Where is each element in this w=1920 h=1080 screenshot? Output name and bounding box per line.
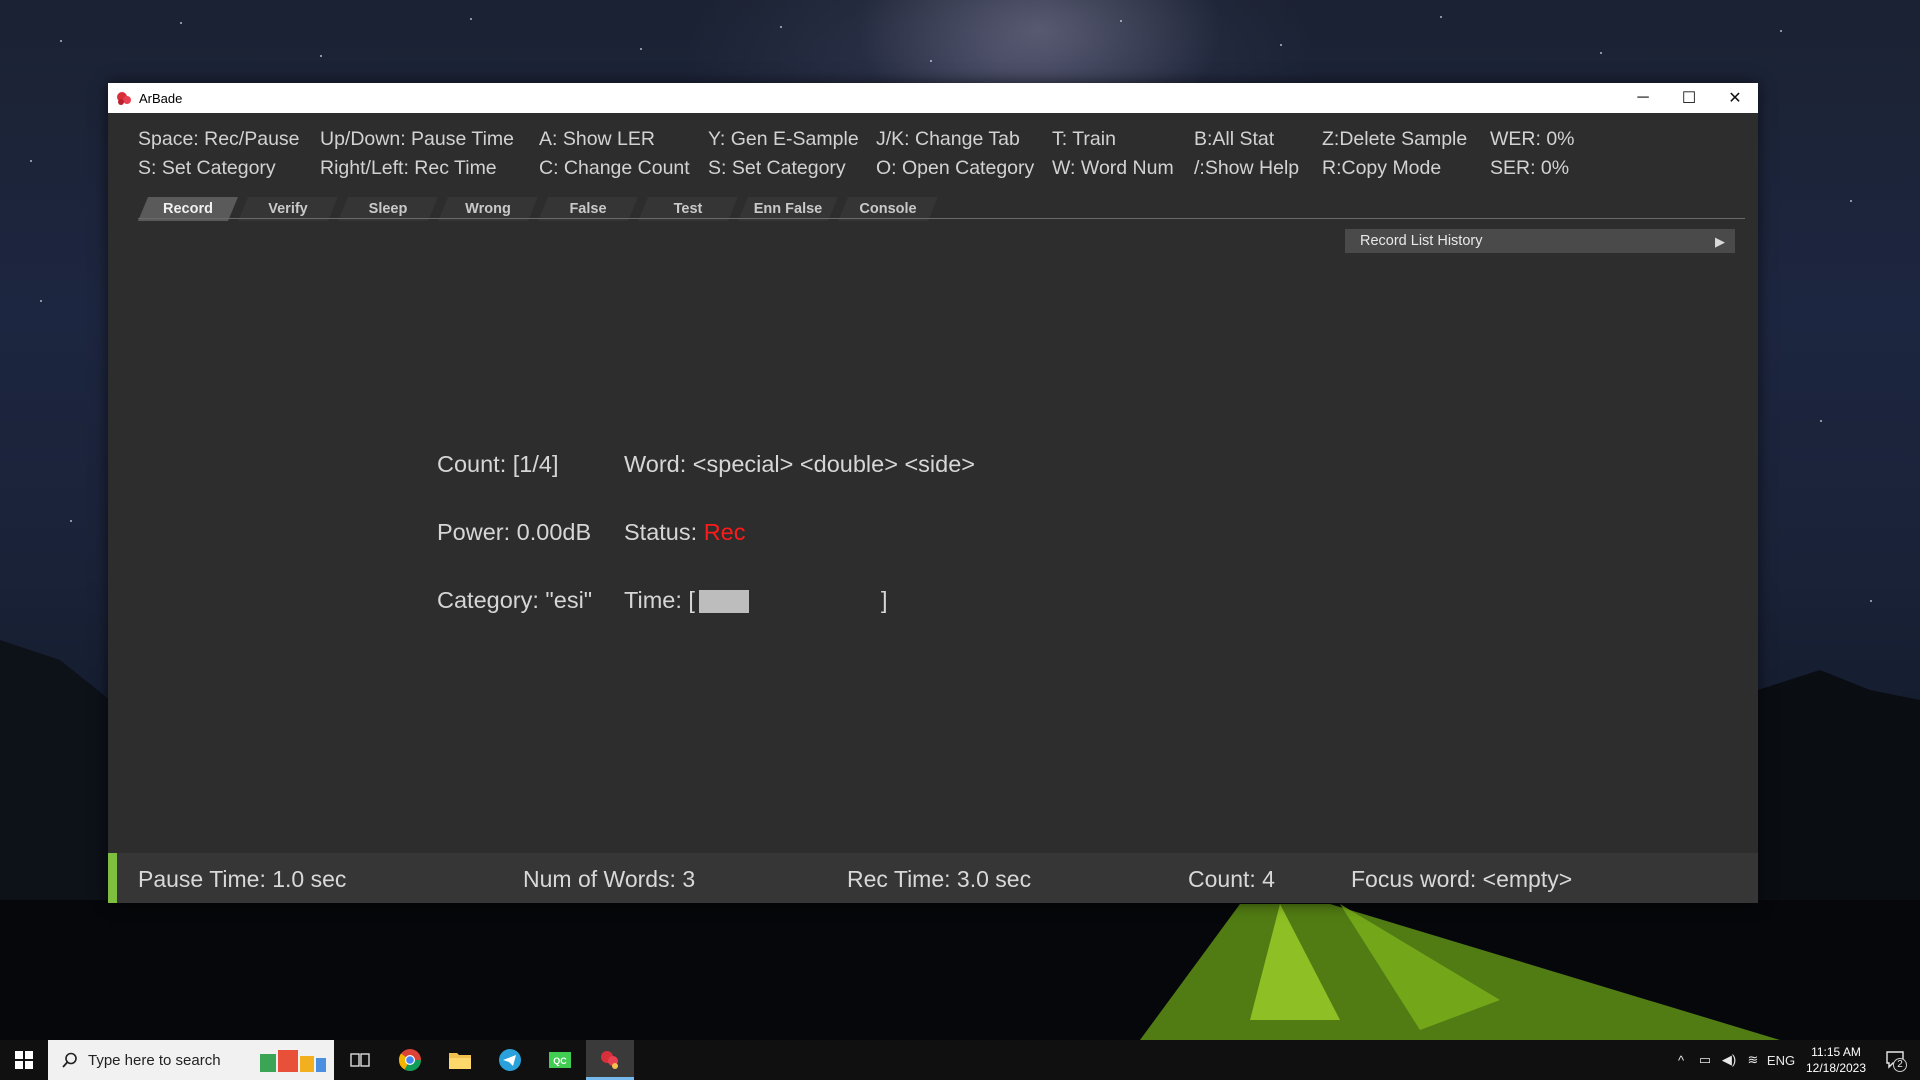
search-icon: [62, 1052, 77, 1068]
maximize-button[interactable]: ☐: [1666, 83, 1712, 113]
app-window: ArBade ─ ☐ ✕ Space: Rec/Pause S: Set Cat…: [108, 83, 1758, 903]
shortcut-text: Y: Gen E-Sample: [708, 128, 859, 150]
shortcut-text: Up/Down: Pause Time: [320, 128, 515, 150]
notification-center[interactable]: 2: [1878, 1040, 1914, 1080]
taskbar-qt-creator[interactable]: QC: [536, 1040, 584, 1080]
task-view-icon: [350, 1053, 370, 1067]
status-accent-strip: [108, 853, 117, 903]
shortcut-text: W: Word Num: [1052, 157, 1174, 179]
shortcut-text: Space: Rec/Pause: [138, 128, 300, 150]
record-power: Power: 0.00dB: [437, 519, 592, 545]
status-num-words: Num of Words: 3: [523, 866, 696, 892]
record-word: Word: <special> <double> <side>: [624, 451, 976, 477]
show-hidden-icons[interactable]: ^: [1670, 1040, 1692, 1080]
record-list-history-button[interactable]: Record List History ▶: [1345, 229, 1735, 253]
shortcut-text: S: Set Category: [138, 157, 276, 179]
record-time-open: Time: [: [624, 587, 695, 613]
shortcut-help: Space: Rec/Pause S: Set Category Up/Down…: [108, 113, 1758, 211]
close-button[interactable]: ✕: [1712, 83, 1758, 113]
shortcut-text: Z:Delete Sample: [1322, 128, 1468, 150]
shortcut-text: R:Copy Mode: [1322, 157, 1442, 179]
search-highlight-icon: [260, 1050, 326, 1072]
window-title: ArBade: [139, 90, 183, 106]
svg-text:QC: QC: [553, 1056, 567, 1066]
record-status: Status: Rec: [624, 519, 745, 546]
shortcut-text: /:Show Help: [1194, 157, 1300, 179]
shortcut-text: T: Train: [1052, 128, 1116, 150]
telegram-icon: [499, 1049, 521, 1071]
play-arrow-icon: ▶: [1715, 234, 1725, 249]
start-button[interactable]: [0, 1040, 48, 1080]
shortcut-text: O: Open Category: [876, 157, 1035, 179]
taskbar-telegram[interactable]: [486, 1040, 534, 1080]
task-view-button[interactable]: [336, 1040, 384, 1080]
wifi-icon[interactable]: ≋: [1742, 1040, 1764, 1080]
notification-count: 2: [1893, 1058, 1907, 1072]
minimize-button[interactable]: ─: [1620, 83, 1666, 113]
folder-icon: [449, 1053, 471, 1069]
taskbar-arbade[interactable]: [586, 1040, 634, 1080]
taskbar-search[interactable]: Type here to search: [48, 1040, 334, 1080]
search-placeholder: Type here to search: [88, 1051, 221, 1069]
record-category: Category: "esi": [437, 587, 593, 613]
taskbar-chrome[interactable]: [386, 1040, 434, 1080]
chrome-icon: [398, 1049, 421, 1071]
shortcut-text: C: Change Count: [539, 157, 690, 179]
history-label: Record List History: [1360, 233, 1483, 249]
shortcut-text: J/K: Change Tab: [876, 128, 1020, 150]
taskbar-clock[interactable]: 11:15 AM 12/18/2023: [1796, 1044, 1876, 1076]
shortcut-text: Right/Left: Rec Time: [320, 157, 497, 179]
status-focus-word: Focus word: <empty>: [1351, 866, 1573, 892]
shortcut-text: S: Set Category: [708, 157, 846, 179]
battery-icon[interactable]: ▭: [1694, 1040, 1716, 1080]
language-indicator[interactable]: ENG: [1766, 1040, 1796, 1080]
app-logo-icon: [117, 92, 131, 105]
wer-value: WER: 0%: [1490, 128, 1575, 150]
record-count: Count: [1/4]: [437, 451, 559, 477]
volume-icon[interactable]: ◀): [1718, 1040, 1740, 1080]
record-time-close: ]: [881, 587, 888, 613]
ser-value: SER: 0%: [1490, 157, 1570, 179]
title-bar[interactable]: ArBade ─ ☐ ✕: [108, 83, 1758, 113]
status-bar: Pause Time: 1.0 sec Num of Words: 3 Rec …: [108, 853, 1758, 903]
shortcut-text: B:All Stat: [1194, 128, 1275, 150]
status-rec-time: Rec Time: 3.0 sec: [847, 866, 1032, 892]
arbade-icon: [601, 1050, 618, 1069]
status-label: Status:: [624, 519, 704, 545]
status-pause-time: Pause Time: 1.0 sec: [138, 866, 347, 892]
clock-time: 11:15 AM: [1811, 1045, 1861, 1059]
status-count: Count: 4: [1188, 866, 1275, 892]
status-value: Rec: [703, 519, 746, 545]
time-progress-bar: [699, 590, 749, 613]
tab-divider: [138, 218, 1745, 219]
taskbar-file-explorer[interactable]: [436, 1040, 484, 1080]
shortcut-text: A: Show LER: [539, 128, 655, 150]
windows-logo-icon: [15, 1051, 33, 1069]
clock-date: 12/18/2023: [1805, 1061, 1867, 1075]
taskbar: Type here to search QC ^ ▭ ◀) ≋ ENG 11:1…: [0, 1040, 1920, 1080]
qt-creator-icon: QC: [549, 1052, 571, 1068]
